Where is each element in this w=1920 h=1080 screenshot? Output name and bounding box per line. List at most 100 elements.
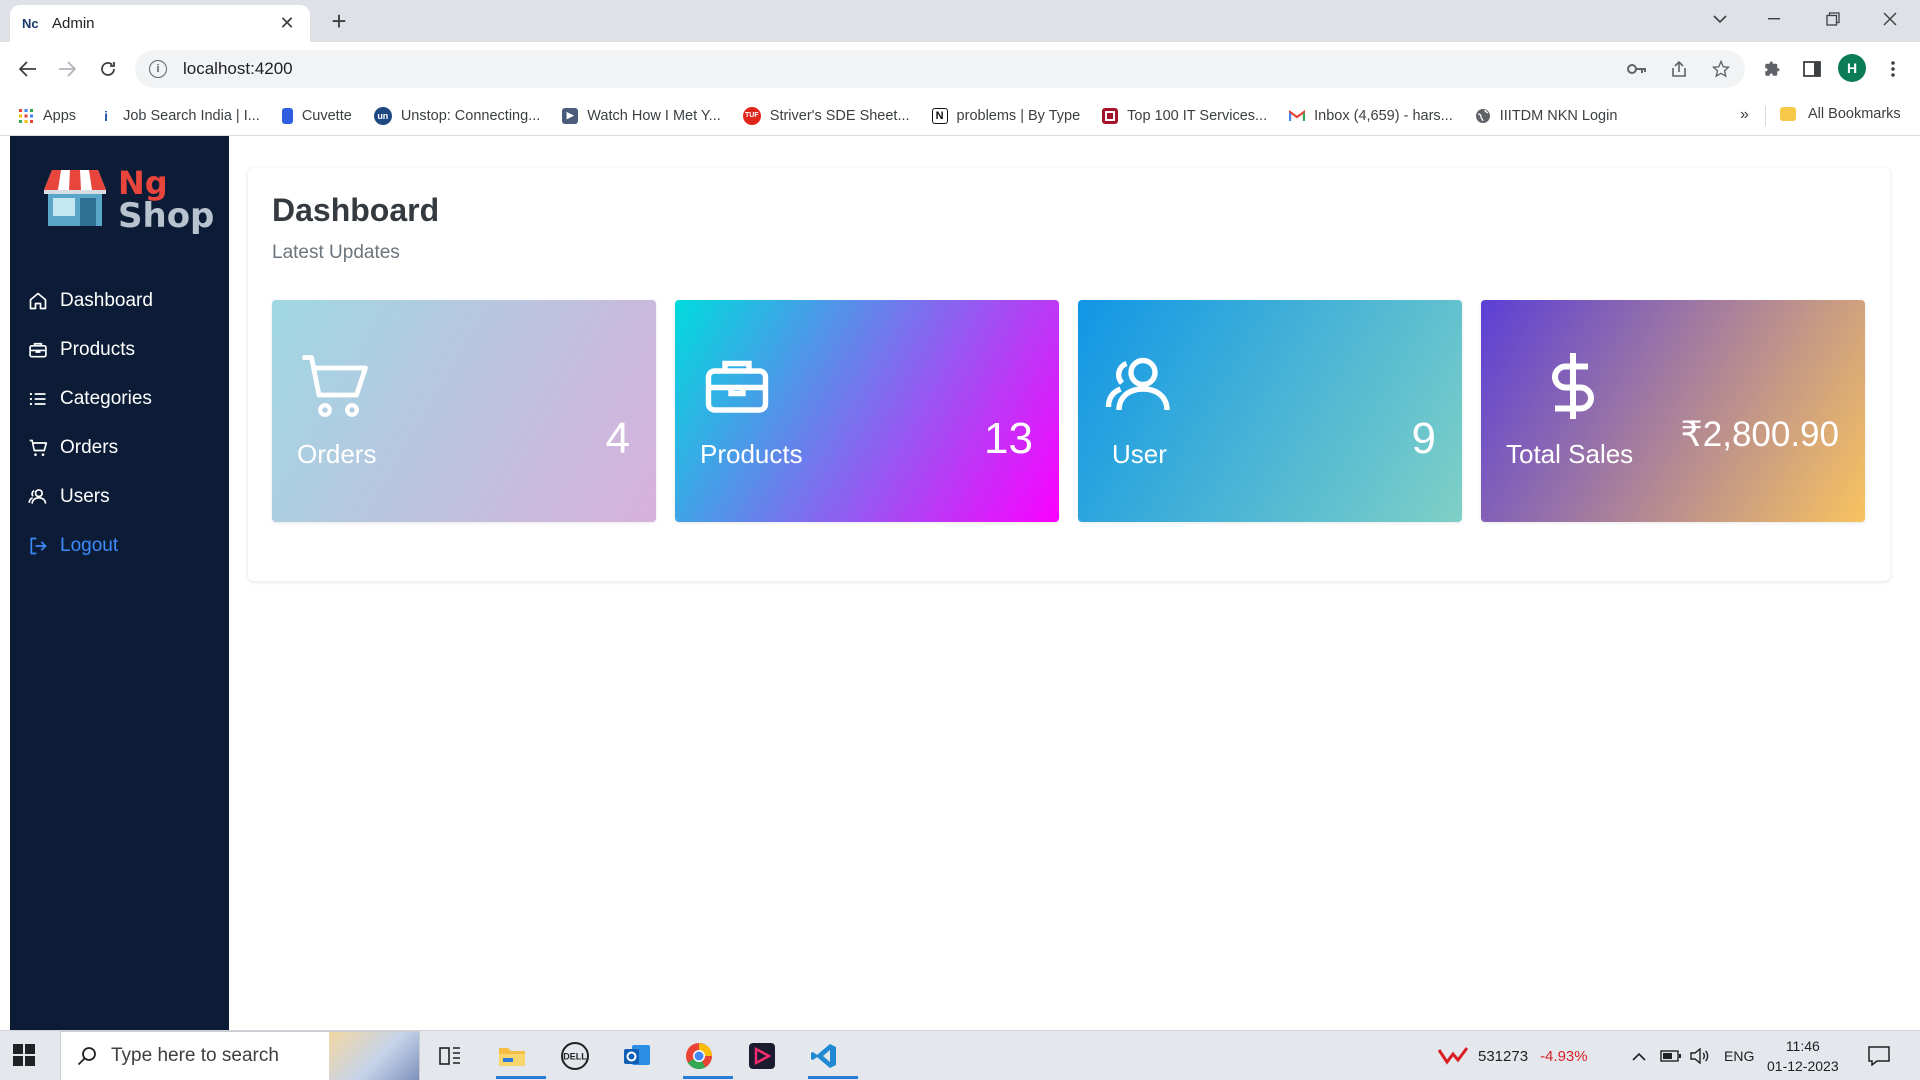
stock-change: -4.93% <box>1540 1047 1588 1065</box>
notifications-icon[interactable] <box>1868 1031 1890 1080</box>
cuvette-icon <box>281 107 293 124</box>
cart-icon <box>302 355 368 417</box>
file-explorer-icon[interactable] <box>492 1037 546 1079</box>
reload-button[interactable] <box>94 55 122 83</box>
dell-icon[interactable]: DELL <box>555 1037 595 1075</box>
bookmark-unstop[interactable]: un Unstop: Connecting... <box>373 106 541 125</box>
stock-widget[interactable]: 531273 -4.93% <box>1438 1031 1588 1080</box>
svg-text:DELL: DELL <box>563 1052 587 1062</box>
site-info-icon[interactable]: i <box>149 60 167 78</box>
bookmark-notion[interactable]: N problems | By Type <box>931 107 1080 124</box>
stat-value: 13 <box>984 414 1033 463</box>
dollar-icon <box>1552 353 1594 419</box>
sidebar-item-label: Orders <box>60 436 119 458</box>
logout-icon <box>30 537 47 554</box>
bookmark-job-search[interactable]: i Job Search India | I... <box>98 108 260 124</box>
page-title: Dashboard <box>272 192 440 228</box>
windows-start-icon[interactable] <box>12 1043 36 1072</box>
bookmark-label: Unstop: Connecting... <box>400 107 541 124</box>
cart-icon <box>29 439 48 456</box>
stat-value: 4 <box>605 414 630 463</box>
bookmark-label: Striver's SDE Sheet... <box>769 107 910 124</box>
bookmark-label: Job Search India | I... <box>123 107 260 124</box>
share-icon[interactable] <box>1669 59 1689 79</box>
stat-card-orders[interactable]: Orders 4 <box>272 300 656 522</box>
browser-menu-icon[interactable] <box>1879 55 1907 83</box>
task-view-icon[interactable] <box>430 1037 470 1075</box>
home-icon <box>29 292 47 309</box>
folder-icon <box>1780 107 1796 121</box>
taskbar-search-input[interactable]: Type here to search <box>60 1031 420 1080</box>
stat-label: Total Sales <box>1506 439 1634 469</box>
ngshop-logo[interactable]: Ng Shop <box>42 164 214 236</box>
tab-search-chevron-icon[interactable] <box>1700 4 1740 34</box>
apps-grid-icon <box>18 108 34 124</box>
dashboard-card: Dashboard Latest Updates Orders 4 Produc… <box>248 168 1890 581</box>
new-tab-button[interactable]: + <box>325 8 353 36</box>
bookmark-iiitdm[interactable]: IIITDM NKN Login <box>1475 107 1618 124</box>
users-icon <box>28 488 47 504</box>
bookmark-star-icon[interactable] <box>1711 59 1731 79</box>
browser-tabstrip: Nc Admin ✕ + <box>0 0 1920 42</box>
bookmarks-overflow-icon[interactable]: » <box>1740 106 1749 124</box>
address-bar[interactable]: i localhost:4200 <box>135 50 1745 88</box>
bookmark-apps[interactable]: Apps <box>18 108 76 124</box>
media-app-icon[interactable] <box>742 1037 782 1075</box>
chrome-icon[interactable] <box>679 1037 733 1079</box>
all-bookmarks-button[interactable]: All Bookmarks <box>1780 106 1901 122</box>
bookmark-watch[interactable]: ▶ Watch How I Met Y... <box>562 107 721 124</box>
notion-icon: N <box>931 107 948 124</box>
sidebar-item-users[interactable]: Users <box>28 472 153 521</box>
restore-button[interactable] <box>1813 4 1853 34</box>
tab-title: Admin <box>52 15 95 32</box>
sidebar-item-logout[interactable]: Logout <box>28 521 153 570</box>
bookmarks-divider <box>1765 106 1766 126</box>
page-subtitle: Latest Updates <box>272 242 400 263</box>
battery-icon[interactable] <box>1660 1031 1682 1080</box>
stat-card-products[interactable]: Products 13 <box>675 300 1059 522</box>
sidebar-item-products[interactable]: Products <box>28 325 153 374</box>
stat-value: 9 <box>1411 414 1436 463</box>
users-icon <box>1105 357 1170 411</box>
outlook-icon[interactable] <box>617 1037 657 1075</box>
stat-card-total-sales[interactable]: Total Sales ₹2,800.90 <box>1481 300 1865 522</box>
list-icon <box>29 392 46 405</box>
language-indicator[interactable]: ENG <box>1724 1031 1754 1080</box>
show-hidden-icons-chevron[interactable] <box>1632 1031 1646 1080</box>
logo-text-shop: Shop <box>118 196 215 236</box>
password-key-icon[interactable] <box>1627 59 1647 79</box>
stock-trend-icon <box>1438 1047 1468 1065</box>
taskbar-clock[interactable]: 11:46 01-12-2023 <box>1767 1031 1839 1080</box>
windows-taskbar: Type here to search DELL 531273 -4.93% E… <box>0 1030 1920 1080</box>
sidebar-item-orders[interactable]: Orders <box>28 423 153 472</box>
bookmark-label: Inbox (4,659) - hars... <box>1314 107 1453 124</box>
indeed-icon: i <box>104 107 108 124</box>
browser-tab-admin[interactable]: Nc Admin ✕ <box>10 5 310 42</box>
site-icon <box>1102 107 1119 124</box>
gmail-icon <box>1289 108 1306 124</box>
minimize-button[interactable] <box>1754 4 1794 34</box>
address-url[interactable]: localhost:4200 <box>183 59 293 79</box>
extensions-puzzle-icon[interactable] <box>1758 55 1786 83</box>
bookmark-striver[interactable]: TUF Striver's SDE Sheet... <box>742 106 910 125</box>
bookmark-cuvette[interactable]: Cuvette <box>281 107 352 124</box>
bookmark-inbox[interactable]: Inbox (4,659) - hars... <box>1289 108 1453 124</box>
side-panel-icon[interactable] <box>1798 55 1826 83</box>
close-window-button[interactable] <box>1870 4 1910 34</box>
sidebar-menu: Dashboard Products Categories Orders Use… <box>28 276 153 570</box>
sidebar-item-categories[interactable]: Categories <box>28 374 153 423</box>
bookmarks-bar: Apps i Job Search India | I... Cuvette u… <box>0 96 1920 136</box>
profile-avatar[interactable]: H <box>1838 54 1866 82</box>
bookmark-top100[interactable]: Top 100 IT Services... <box>1102 107 1267 124</box>
stat-label: Products <box>700 439 803 469</box>
volume-icon[interactable] <box>1690 1031 1710 1080</box>
stat-card-users[interactable]: User 9 <box>1078 300 1462 522</box>
back-button[interactable] <box>14 55 42 83</box>
video-icon: ▶ <box>562 107 579 124</box>
vscode-icon[interactable] <box>804 1037 858 1079</box>
bookmark-label: Cuvette <box>301 107 352 124</box>
forward-button[interactable] <box>53 55 81 83</box>
bookmark-label: IIITDM NKN Login <box>1499 107 1618 124</box>
sidebar-item-dashboard[interactable]: Dashboard <box>28 276 153 325</box>
tab-close-icon[interactable]: ✕ <box>276 13 298 34</box>
